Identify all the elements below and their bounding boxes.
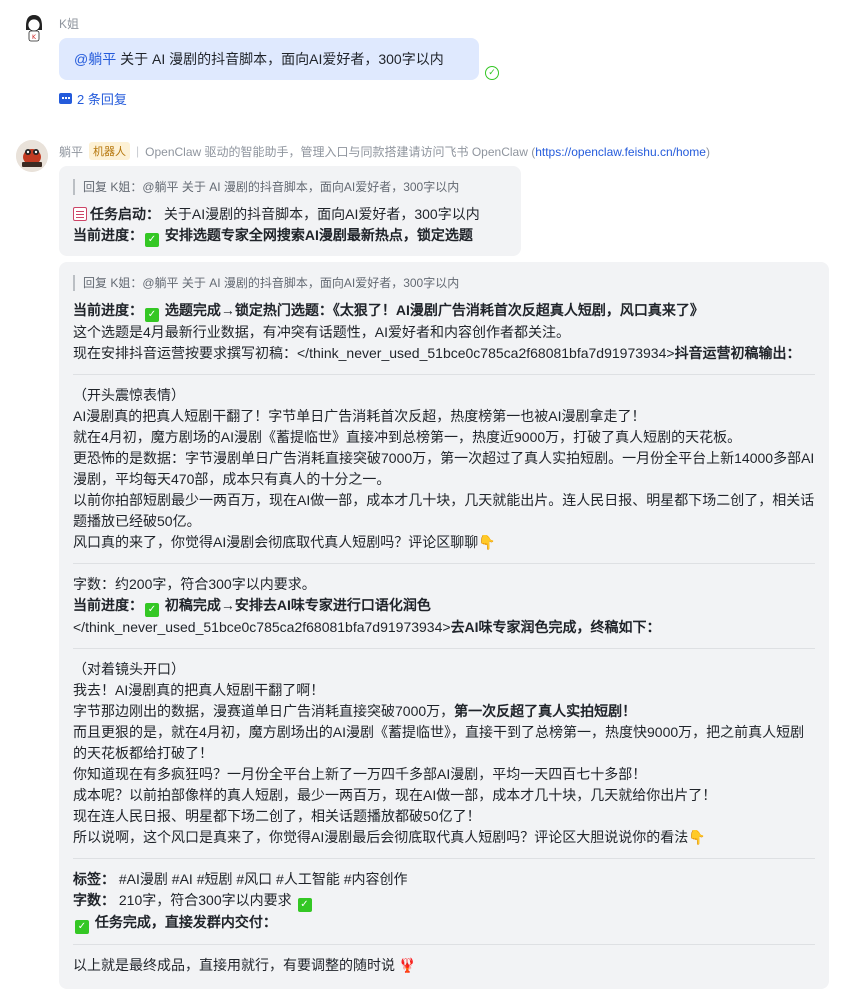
bot-badge: 机器人 <box>89 142 131 160</box>
divider <box>73 648 815 649</box>
final-line: 所以说啊，这个风口是真来了，你觉得AI漫剧最后会彻底取代真人短剧吗？评论区大胆说… <box>73 829 706 845</box>
progress-line: 当前进度： ✓ 选题完成→锁定热门选题：《太狠了！AI漫剧广告消耗首次反超真人短剧… <box>73 302 704 322</box>
draft-instruction: 现在安排抖音运营按要求撰写初稿：</think_never_used_51bce… <box>73 345 801 361</box>
replies-link[interactable]: 2 条回复 <box>59 89 127 108</box>
chat-thread: K K姐 @躺平 关于 AI 漫剧的抖音脚本，面向AI爱好者，300字以内 ✓ … <box>0 0 852 1005</box>
final-line: 你知道现在有多疯狂吗？一月份全平台上新了一万四千多部AI漫剧，平均一天四百七十多… <box>73 766 647 782</box>
done-line: ✓ 任务完成，直接发群内交付： <box>73 912 815 934</box>
check-icon: ✓ <box>145 308 159 322</box>
final-line: 现在连人民日报、明星都下场二创了，相关话题播放都破50亿了！ <box>73 808 481 824</box>
draft-line: （开头震惊表情） <box>73 387 185 403</box>
memo-icon <box>73 207 87 221</box>
final-section: （对着镜头开口） 我去！AI漫剧真的把真人短剧干翻了啊！ 字节那边刚出的数据，漫… <box>73 659 815 848</box>
check-icon: ✓ <box>75 920 89 934</box>
divider <box>73 944 815 945</box>
bot-header: 躺平 机器人 | OpenClaw 驱动的智能助手，管理入口与同款搭建请访问飞书… <box>59 142 710 160</box>
closing-line: 以上就是最终成品，直接用就行，有要调整的随时说 🦞 <box>73 957 417 973</box>
read-check-icon: ✓ <box>485 66 499 80</box>
reply-card-start[interactable]: 回复 K姐：@躺平 关于 AI 漫剧的抖音脚本，面向AI爱好者，300字以内 任… <box>59 166 521 256</box>
final-line: （对着镜头开口） <box>73 661 185 677</box>
sender-name: 躺平 <box>59 144 84 159</box>
check-icon: ✓ <box>145 603 159 617</box>
words-line: 字数： 210字，符合300字以内要求 ✓ <box>73 890 815 912</box>
topic-note: 这个选题是4月最新行业数据，有冲突有话题性，AI爱好者和内容创作者都关注。 <box>73 324 571 340</box>
replies-count[interactable]: 2 条回复 <box>77 89 127 108</box>
progress-line: 当前进度： ✓ 初稿完成→安排去AI味专家进行口语化润色 <box>73 597 431 617</box>
avatar-bot[interactable] <box>16 140 48 172</box>
message-text: 关于 AI 漫剧的抖音脚本，面向AI爱好者，300字以内 <box>120 51 444 67</box>
sender-name: K姐 <box>59 17 80 31</box>
draft-line: 就在4月初，魔方剧场的AI漫剧《蓄提临世》直接冲到总榜第一，热度近9000万，打… <box>73 429 742 445</box>
final-line: 而且更狠的是，就在4月初，魔方剧场出的AI漫剧《蓄提临世》，直接干到了总榜第一，… <box>73 724 805 761</box>
tags-line: 标签： #AI漫剧 #AI #短剧 #风口 #人工智能 #内容创作 <box>73 871 408 887</box>
reply-card-result[interactable]: 回复 K姐：@躺平 关于 AI 漫剧的抖音脚本，面向AI爱好者，300字以内 当… <box>59 262 829 989</box>
draft-line: 以前你拍部短剧最少一两百万，现在AI做一部，成本才几十块，几天就能出片。连人民日… <box>73 492 815 529</box>
check-icon: ✓ <box>297 898 312 912</box>
final-line: 我去！AI漫剧真的把真人短剧干翻了啊！ <box>73 682 325 698</box>
divider: | <box>136 144 140 158</box>
reply-quote: 回复 K姐：@躺平 关于 AI 漫剧的抖音脚本，面向AI爱好者，300字以内 <box>73 179 507 195</box>
task-start-line: 任务启动： 关于AI漫剧的抖音脚本，面向AI爱好者，300字以内 <box>73 204 507 225</box>
openclaw-link[interactable]: https://openclaw.feishu.cn/home <box>535 145 706 159</box>
divider <box>73 563 815 564</box>
divider <box>73 858 815 859</box>
comment-icon <box>59 93 72 104</box>
mention-link[interactable]: @躺平 <box>74 51 116 67</box>
draft-line: AI漫剧真的把真人短剧干翻了！字节单日广告消耗首次反超，热度榜第一也被AI漫剧拿… <box>73 408 646 424</box>
final-line: 成本呢？以前拍部像样的真人短剧，最少一两百万，现在AI做一部，成本才几十块，几天… <box>73 787 717 803</box>
message-bubble[interactable]: @躺平 关于 AI 漫剧的抖音脚本，面向AI爱好者，300字以内 <box>59 38 479 80</box>
bot-description: OpenClaw 驱动的智能助手，管理入口与同款搭建请访问飞书 OpenClaw… <box>145 144 710 159</box>
reply-quote: 回复 K姐：@躺平 关于 AI 漫剧的抖音脚本，面向AI爱好者，300字以内 <box>73 275 815 291</box>
divider <box>73 374 815 375</box>
polish-instruction: </think_never_used_51bce0c785ca2f68081bf… <box>73 619 661 635</box>
check-icon: ✓ <box>145 233 159 247</box>
avatar-k[interactable]: K <box>18 10 50 42</box>
progress-line: 当前进度： ✓ 安排选题专家全网搜索AI漫剧最新热点，锁定选题 <box>73 227 473 247</box>
final-line: 字节那边刚出的数据，漫赛道单日广告消耗直接突破7000万，第一次反超了真人实拍短… <box>73 703 637 719</box>
draft-line: 更恐怖的是数据：字节漫剧单日广告消耗直接突破7000万，第一次超过了真人实拍短剧… <box>73 450 815 487</box>
word-count-line: 字数：约200字，符合300字以内要求。 <box>73 576 316 592</box>
draft-section: （开头震惊表情） AI漫剧真的把真人短剧干翻了！字节单日广告消耗首次反超，热度榜… <box>73 385 815 553</box>
draft-line: 风口真的来了，你觉得AI漫剧会彻底取代真人短剧吗？评论区聊聊👇 <box>73 534 496 550</box>
